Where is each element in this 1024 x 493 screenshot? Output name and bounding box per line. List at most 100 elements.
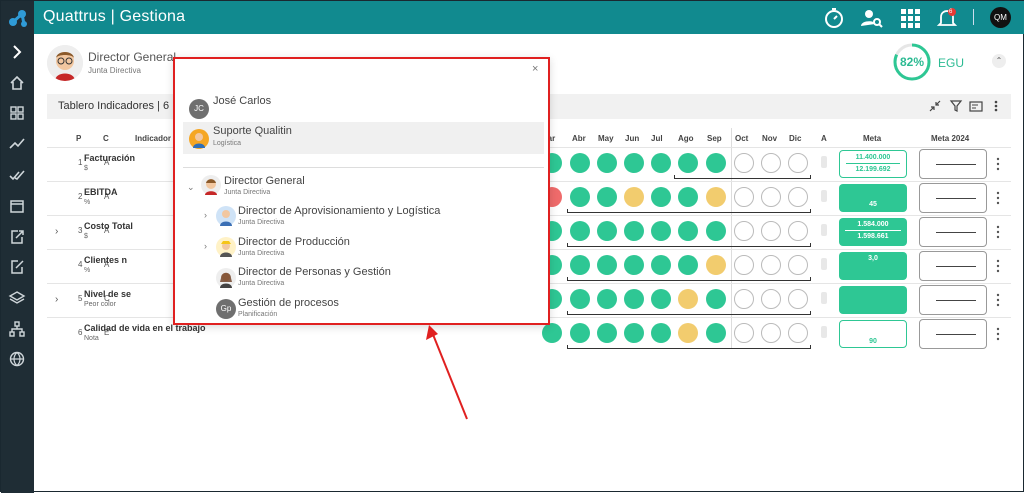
more-vertical-icon[interactable] xyxy=(995,259,1001,273)
dashboard-icon[interactable] xyxy=(8,104,26,122)
view-card-icon[interactable] xyxy=(969,99,983,113)
indicator-name[interactable]: Costo Total xyxy=(84,221,133,231)
month-status-dot[interactable] xyxy=(788,255,808,275)
month-status-dot[interactable] xyxy=(624,153,644,173)
indicator-name[interactable]: Clientes n xyxy=(84,255,127,265)
month-status-dot[interactable] xyxy=(706,153,726,173)
check-double-icon[interactable] xyxy=(8,166,26,184)
attachment-icon[interactable] xyxy=(821,190,827,202)
month-status-dot[interactable] xyxy=(788,323,808,343)
meta-value[interactable]: 1.584.000 1.598.661 xyxy=(839,218,907,246)
share-icon[interactable] xyxy=(8,258,26,276)
chevron-down-icon[interactable]: ⌄ xyxy=(187,182,195,193)
timer-icon[interactable] xyxy=(822,6,846,30)
meta-value[interactable] xyxy=(839,286,907,314)
month-status-dot[interactable] xyxy=(570,187,590,207)
month-status-dot[interactable] xyxy=(788,153,808,173)
month-status-dot[interactable] xyxy=(597,289,617,309)
month-status-dot[interactable] xyxy=(761,255,781,275)
month-status-dot[interactable] xyxy=(761,221,781,241)
more-vertical-icon[interactable] xyxy=(995,327,1001,341)
more-vertical-icon[interactable] xyxy=(995,293,1001,307)
attachment-icon[interactable] xyxy=(821,326,827,338)
calendar-icon[interactable] xyxy=(8,197,26,215)
filter-icon[interactable] xyxy=(949,99,963,113)
month-status-dot[interactable] xyxy=(706,221,726,241)
month-status-dot[interactable] xyxy=(624,323,644,343)
month-status-dot[interactable] xyxy=(734,255,754,275)
month-status-dot[interactable] xyxy=(597,323,617,343)
month-status-dot[interactable] xyxy=(624,289,644,309)
user-search-icon[interactable] xyxy=(859,6,883,30)
month-status-dot[interactable] xyxy=(597,221,617,241)
month-status-dot[interactable] xyxy=(597,187,617,207)
month-status-dot[interactable] xyxy=(678,221,698,241)
meta-value[interactable]: 90 xyxy=(839,320,907,348)
indicator-name[interactable]: EBITDA xyxy=(84,187,118,197)
quattrus-logo-icon[interactable] xyxy=(7,7,29,29)
month-status-dot[interactable] xyxy=(678,323,698,343)
month-status-dot[interactable] xyxy=(570,221,590,241)
meta-2024-input[interactable] xyxy=(919,183,987,213)
month-status-dot[interactable] xyxy=(678,255,698,275)
month-status-dot[interactable] xyxy=(624,221,644,241)
globe-icon[interactable] xyxy=(8,350,26,368)
meta-2024-input[interactable] xyxy=(919,251,987,281)
meta-2024-input[interactable] xyxy=(919,319,987,349)
month-status-dot[interactable] xyxy=(570,153,590,173)
tree-node-name[interactable]: Gestión de procesos xyxy=(238,297,339,309)
month-status-dot[interactable] xyxy=(651,289,671,309)
more-vertical-icon[interactable] xyxy=(995,157,1001,171)
month-status-dot[interactable] xyxy=(651,187,671,207)
person-name[interactable]: Suporte Qualitin xyxy=(213,125,292,137)
indicator-name[interactable]: Nivel de se xyxy=(84,289,131,299)
meta-2024-input[interactable] xyxy=(919,285,987,315)
apps-grid-icon[interactable] xyxy=(898,6,922,30)
collapse-up-icon[interactable]: ⌃ xyxy=(992,54,1006,68)
home-icon[interactable] xyxy=(8,74,26,92)
meta-value[interactable]: 45 xyxy=(839,184,907,212)
close-icon[interactable]: × xyxy=(532,63,538,75)
month-status-dot[interactable] xyxy=(651,221,671,241)
layers-icon[interactable] xyxy=(8,289,26,307)
collapse-arrows-icon[interactable] xyxy=(928,99,942,113)
attachment-icon[interactable] xyxy=(821,292,827,304)
month-status-dot[interactable] xyxy=(706,187,726,207)
meta-2024-input[interactable] xyxy=(919,217,987,247)
more-vertical-icon[interactable] xyxy=(995,225,1001,239)
tree-node-name[interactable]: Director de Personas y Gestión xyxy=(238,266,391,278)
indicator-name[interactable]: Facturación xyxy=(84,153,135,163)
tree-node-name[interactable]: Director General xyxy=(224,175,305,187)
month-status-dot[interactable] xyxy=(734,289,754,309)
attachment-icon[interactable] xyxy=(821,224,827,236)
month-status-dot[interactable] xyxy=(570,255,590,275)
trend-icon[interactable] xyxy=(8,135,26,153)
month-status-dot[interactable] xyxy=(706,255,726,275)
user-avatar[interactable]: QM xyxy=(990,7,1011,28)
attachment-icon[interactable] xyxy=(821,258,827,270)
expand-chevron-icon[interactable]: › xyxy=(55,294,58,305)
month-status-dot[interactable] xyxy=(678,289,698,309)
tree-node-name[interactable]: Director de Aprovisionamiento y Logístic… xyxy=(238,205,440,217)
tree-node-name[interactable]: Director de Producción xyxy=(238,236,350,248)
month-status-dot[interactable] xyxy=(678,187,698,207)
export-icon[interactable] xyxy=(8,228,26,246)
month-status-dot[interactable] xyxy=(734,187,754,207)
month-status-dot[interactable] xyxy=(678,153,698,173)
meta-value[interactable]: 11.400.000 12.199.692 xyxy=(839,150,907,178)
month-status-dot[interactable] xyxy=(651,255,671,275)
month-status-dot[interactable] xyxy=(542,323,562,343)
month-status-dot[interactable] xyxy=(788,289,808,309)
month-status-dot[interactable] xyxy=(734,221,754,241)
month-status-dot[interactable] xyxy=(788,187,808,207)
chevron-right-icon[interactable]: › xyxy=(204,241,207,251)
month-status-dot[interactable] xyxy=(761,323,781,343)
month-status-dot[interactable] xyxy=(570,289,590,309)
expand-chevron-icon[interactable]: › xyxy=(55,226,58,237)
month-status-dot[interactable] xyxy=(597,255,617,275)
meta-value[interactable]: 3,0 xyxy=(839,252,907,280)
month-status-dot[interactable] xyxy=(597,153,617,173)
month-status-dot[interactable] xyxy=(734,153,754,173)
chevron-right-icon[interactable]: › xyxy=(204,210,207,220)
expand-chevron-icon[interactable] xyxy=(8,43,26,61)
